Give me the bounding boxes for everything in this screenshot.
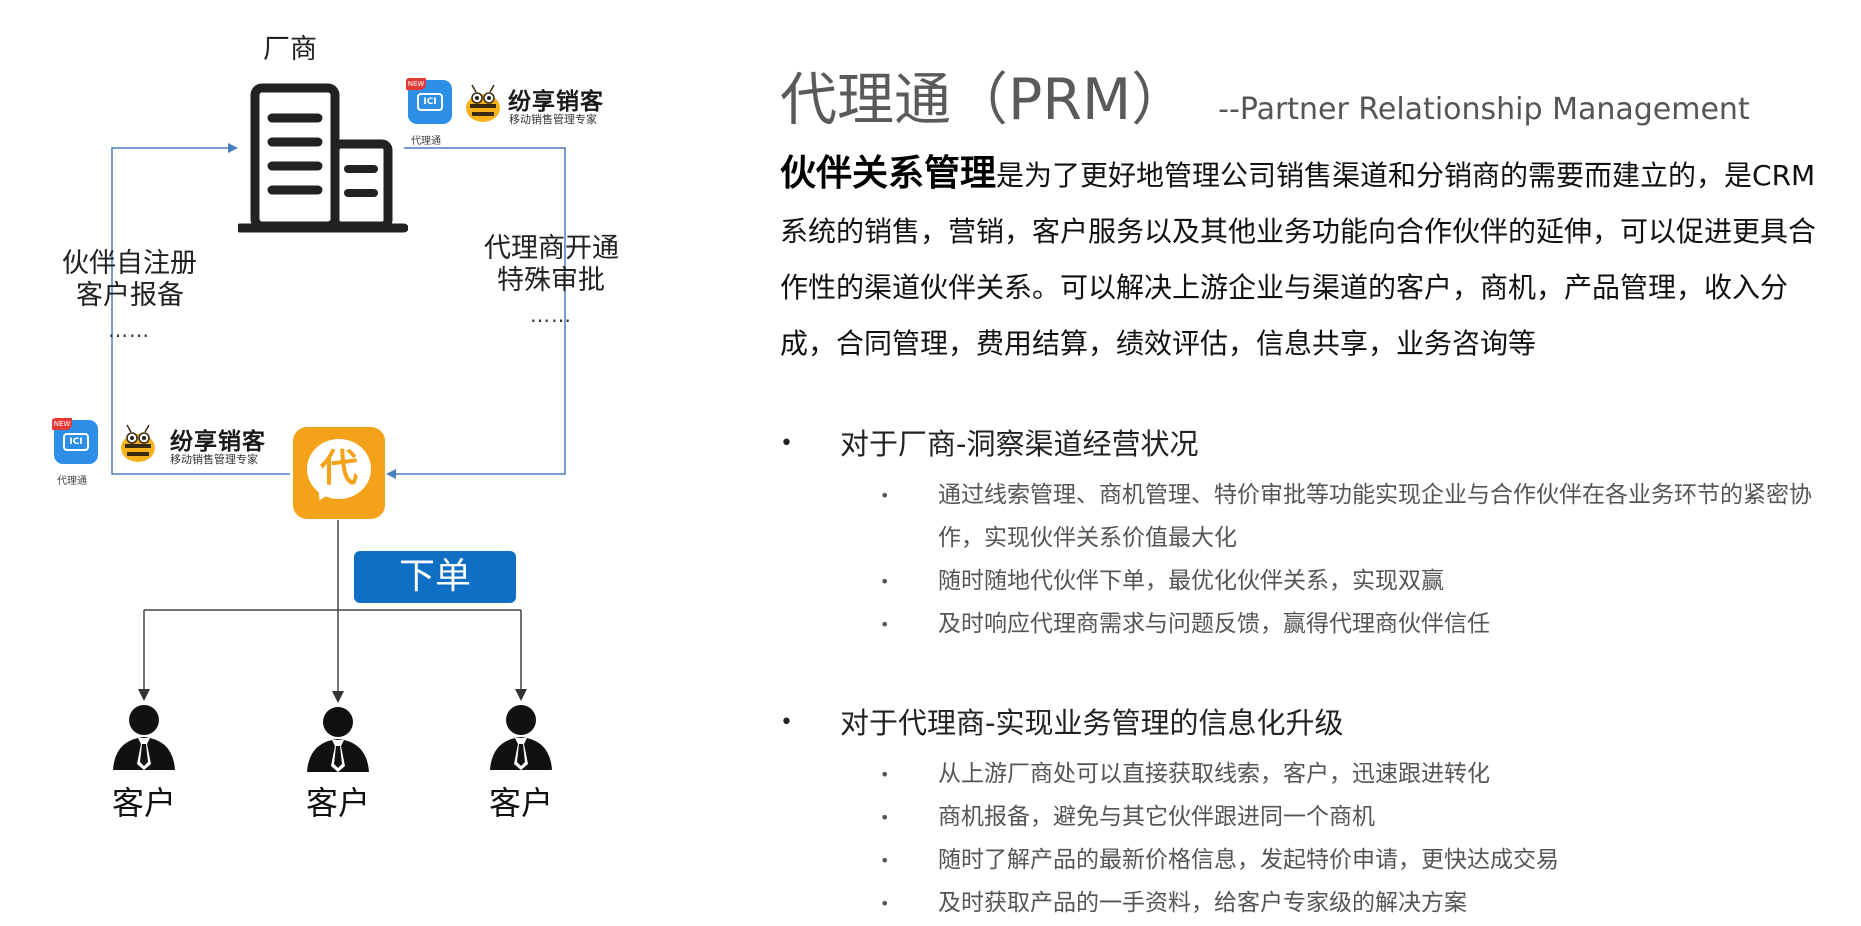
intro-paragraph: 伙伴关系管理是为了更好地管理公司销售渠道和分销商的需要而建立的，是CRM系统的销…	[780, 146, 1840, 372]
customer-label: 客户	[305, 784, 370, 822]
prm-flow-diagram: 厂商 NEW ICI 代理通 纷享销客 移动销售管理专家 伙伴自注册 客户报备 …	[0, 0, 720, 926]
vendor-label: 厂商	[263, 34, 317, 65]
order-button[interactable]: 下单	[354, 551, 516, 603]
person-icon	[307, 707, 369, 772]
brand-tagline: 移动销售管理专家	[170, 453, 258, 466]
app-caption: 代理通	[411, 136, 441, 147]
brand-tagline: 移动销售管理专家	[509, 113, 597, 126]
title-main: 代理通（PRM）	[780, 67, 1189, 133]
brand-badge-top: NEW ICI 代理通 纷享销客 移动销售管理专家	[406, 78, 628, 150]
app-icon: NEW ICI	[52, 418, 98, 464]
list-item: 随时了解产品的最新价格信息，发起特价申请，更快达成交易	[780, 839, 1840, 882]
title-subtitle: --Partner Relationship Management	[1218, 92, 1750, 127]
list-item: 商机报备，避免与其它伙伴跟进同一个商机	[780, 796, 1840, 839]
list-item: 及时响应代理商需求与问题反馈，赢得代理商伙伴信任	[780, 603, 1840, 646]
person-icon	[490, 705, 552, 770]
intro-lead: 伙伴关系管理	[780, 153, 997, 194]
list-item: 通过线索管理、商机管理、特价审批等功能实现企业与合作伙伴在各业务环节的紧密协作，…	[780, 474, 1840, 560]
building-icon	[238, 83, 408, 233]
right-flow-label-line1: 代理商开通	[484, 233, 619, 264]
customer-label: 客户	[111, 784, 176, 822]
section-list: 通过线索管理、商机管理、特价审批等功能实现企业与合作伙伴在各业务环节的紧密协作，…	[780, 474, 1840, 646]
app-icon: NEW ICI	[406, 78, 452, 124]
list-item: 随时随地代伙伴下单，最优化伙伴关系，实现双赢	[780, 560, 1840, 603]
section-heading: 对于厂商-洞察渠道经营状况	[780, 424, 1840, 464]
list-item: 及时获取产品的一手资料，给客户专家级的解决方案	[780, 882, 1840, 925]
app-glyph-icon: ICI	[63, 433, 89, 451]
section-list: 从上游厂商处可以直接获取线索，客户，迅速跟进转化 商机报备，避免与其它伙伴跟进同…	[780, 753, 1840, 925]
bee-logo-icon	[466, 84, 500, 122]
section-heading: 对于代理商-实现业务管理的信息化升级	[780, 703, 1840, 743]
bee-logo-icon	[121, 424, 155, 462]
person-icon	[113, 705, 175, 770]
list-item: 从上游厂商处可以直接获取线索，客户，迅速跟进转化	[780, 753, 1840, 796]
left-flow-ellipsis: ……	[108, 318, 150, 342]
new-tag: NEW	[406, 78, 426, 90]
customer-label: 客户	[488, 784, 553, 822]
app-glyph-icon: ICI	[417, 93, 443, 111]
left-flow-label-line2: 客户报备	[76, 280, 184, 311]
brand-badge-agent: NEW ICI 代理通 纷享销客 移动销售管理专家	[52, 418, 284, 490]
section-vendor: 对于厂商-洞察渠道经营状况 通过线索管理、商机管理、特价审批等功能实现企业与合作…	[780, 424, 1840, 646]
right-flow-ellipsis: ……	[530, 303, 572, 327]
app-caption: 代理通	[57, 476, 87, 487]
left-flow-label-line1: 伙伴自注册	[62, 248, 197, 279]
agent-app-char: 代	[319, 446, 358, 490]
agent-app-icon: 代	[293, 427, 385, 519]
right-flow-label-line2: 特殊审批	[497, 265, 605, 296]
new-tag: NEW	[52, 418, 72, 430]
section-agent: 对于代理商-实现业务管理的信息化升级 从上游厂商处可以直接获取线索，客户，迅速跟…	[780, 703, 1840, 925]
page-title: 代理通（PRM） --Partner Relationship Managemen…	[780, 54, 1750, 136]
